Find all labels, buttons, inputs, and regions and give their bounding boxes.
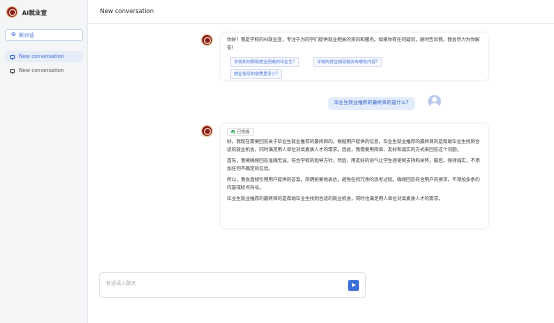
school-logo-icon [6, 6, 18, 18]
suggestion-chip[interactable]: 就业指导的收费是多少? [230, 69, 283, 79]
brand-title: AI就业宣 [22, 9, 47, 17]
answer-paragraph: 毕业生就业推荐的最终目的是帮助毕业生找到合适的就业机会，同时也满足用人单位对高素… [227, 197, 443, 202]
bot-avatar [201, 125, 213, 137]
conversation-label: New conversation [19, 67, 64, 74]
sidebar: AI就业宣 ⊕ 新对话 New conversation New convers… [0, 0, 88, 323]
chat-bubble-icon [10, 68, 15, 74]
conversation-item[interactable]: New conversation [5, 51, 83, 62]
page-title: New conversation [100, 8, 154, 15]
answer-paragraph: 所以，我会直接引用用户提供的答案，简明扼要地表达，避免任何冗余的思考过程。确保回… [227, 178, 480, 191]
brand: AI就业宣 [0, 0, 87, 24]
suggestion-chip[interactable]: 学校的就业指导服务有哪些内容? [313, 57, 382, 67]
conversation-label: New conversation [19, 53, 64, 60]
check-circle-icon [231, 130, 235, 134]
user-message: 毕业生就业推荐的最终目的是什么? [328, 97, 415, 110]
chat-bubble-icon [10, 54, 15, 60]
status-label: 已完成 [237, 129, 250, 134]
greeting-text: 你好！我是学校的AI就业宣，专注于为同学们提供就业相关的资讯和服务。如果你有任何… [227, 38, 480, 51]
new-chat-label: 新对话 [19, 32, 35, 39]
answer-message: 已完成 好，我现在需要回答关于毕业生就业推荐的最终目的。根据用户提供的信息，毕业… [221, 124, 488, 228]
send-button[interactable] [348, 280, 359, 291]
user-avatar [428, 95, 441, 108]
status-badge: 已完成 [227, 128, 254, 136]
answer-paragraph: 好，我现在需要回答关于毕业生就业推荐的最终目的。根据用户提供的信息，毕业生就业推… [227, 140, 480, 153]
chat-header: New conversation [88, 0, 554, 24]
message-composer [99, 272, 366, 298]
message-input[interactable] [106, 280, 336, 288]
answer-paragraph: 首先，我要确保回答准确无误，符合学校的指导方针。然后，用友好的语气让学生感受到支… [227, 159, 480, 172]
suggestion-chip[interactable]: 学校如何帮助就业困难的毕业生? [230, 57, 299, 67]
plus-icon: ⊕ [11, 31, 17, 38]
conversation-item[interactable]: New conversation [5, 65, 83, 76]
bot-avatar [201, 34, 213, 46]
new-chat-button[interactable]: ⊕ 新对话 [5, 29, 83, 41]
